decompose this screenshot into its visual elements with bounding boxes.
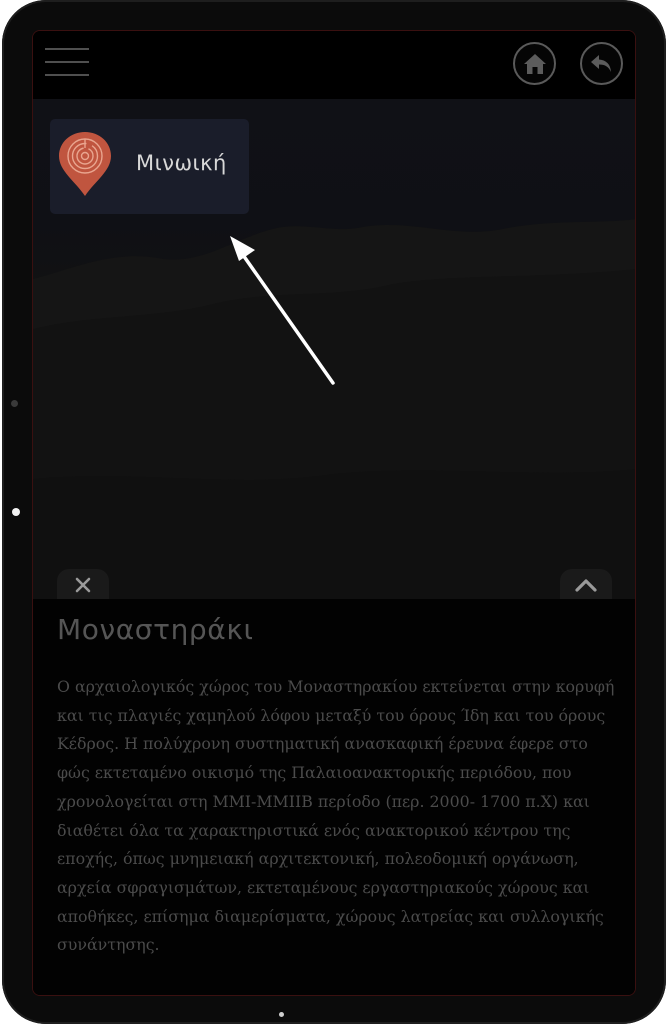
site-description: Ο αρχαιολογικός χώρος του Μοναστηρακίου … <box>57 677 615 955</box>
back-button[interactable] <box>580 42 623 85</box>
tablet-bottom-dot <box>279 1012 284 1017</box>
tablet-camera-dot <box>12 508 20 516</box>
hamburger-menu-icon[interactable] <box>45 46 89 78</box>
menu-line <box>45 61 89 63</box>
home-button[interactable] <box>513 42 556 85</box>
info-panel: Μοναστηράκι Ο αρχαιολογικός χώρος του Μο… <box>33 599 635 995</box>
expand-panel-button[interactable] <box>560 569 612 601</box>
tablet-side-button <box>11 400 18 407</box>
badge-label: Μινωική <box>136 151 227 175</box>
menu-line <box>45 74 89 76</box>
top-bar <box>33 31 635 99</box>
category-badge[interactable]: Μινωική <box>50 119 249 214</box>
labyrinth-pin-icon <box>59 132 111 196</box>
close-icon <box>75 577 91 593</box>
home-icon <box>523 53 546 74</box>
back-arrow-icon <box>590 54 611 72</box>
site-title: Μοναστηράκι <box>57 613 254 646</box>
map-view[interactable]: Μινωική <box>33 99 635 599</box>
app-screen: Μινωική Μοναστηράκι Ο αρχαιολογικός χώρο… <box>32 30 636 996</box>
close-panel-button[interactable] <box>57 569 109 601</box>
menu-line <box>45 48 89 50</box>
chevron-up-icon <box>575 579 597 592</box>
